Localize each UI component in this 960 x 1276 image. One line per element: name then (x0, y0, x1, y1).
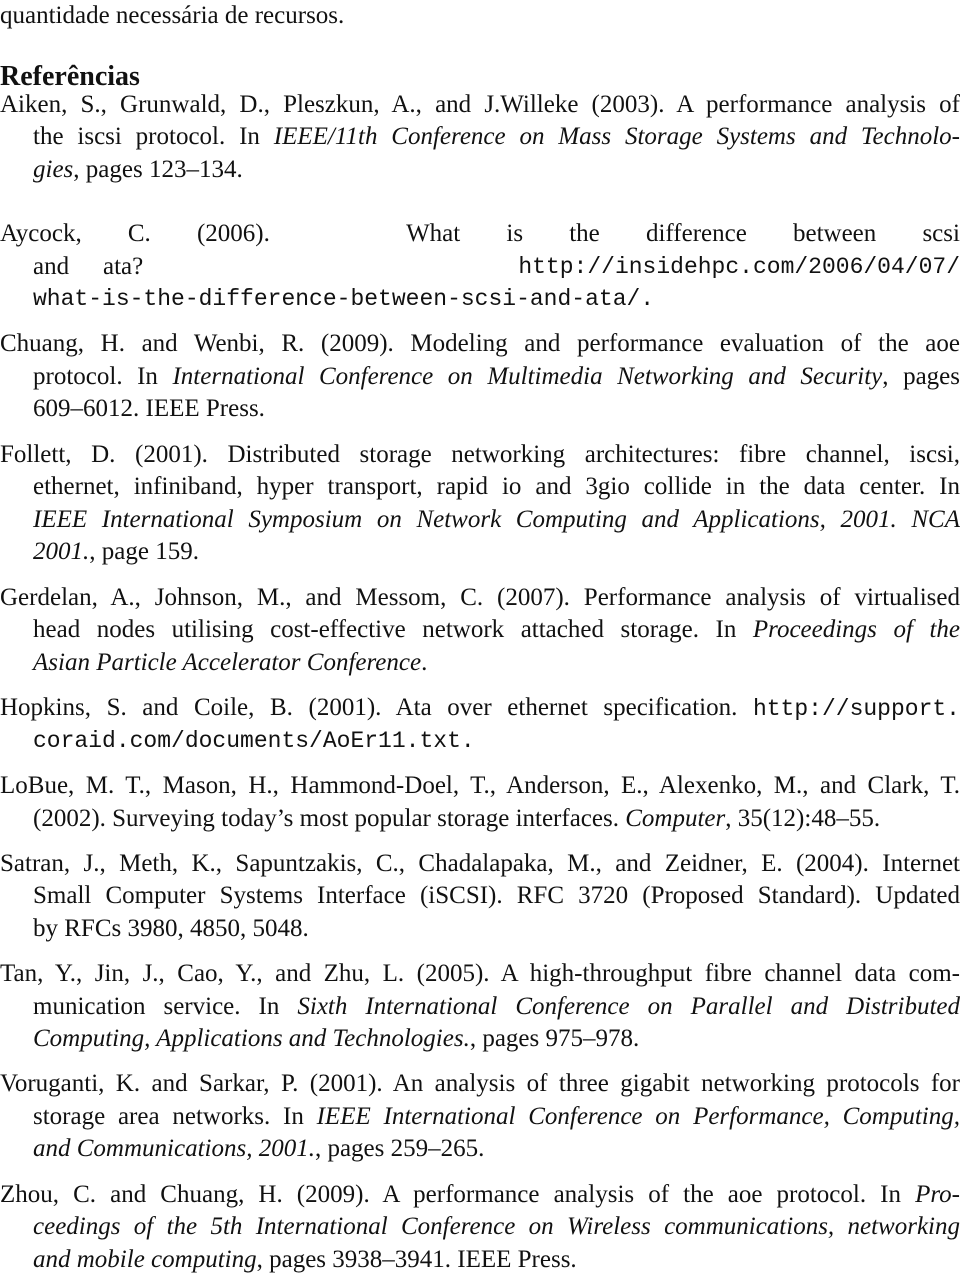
pages: , 35(12):48–55. (725, 805, 881, 832)
pages: , pages 123–134. (73, 156, 243, 183)
venue: International Conference on Multimedia N… (172, 363, 883, 390)
venue: IEEE International Conference on Perform… (316, 1103, 960, 1130)
reference-line: Tan, Y., Jin, J., Cao, Y., and Zhu, L. (… (0, 960, 960, 987)
reference-line: munication service. In Sixth Internation… (33, 991, 960, 1023)
intro-line: quantidade necessária de recursos. (0, 2, 345, 29)
text: is (506, 220, 524, 247)
url-link[interactable]: http://support. (753, 696, 960, 722)
text: Aycock, (0, 220, 82, 247)
venue: 2001. (33, 538, 90, 565)
reference-line: 609–6012. IEEE Press. (33, 395, 265, 422)
venue: Computer (625, 805, 726, 832)
text: What (406, 220, 461, 247)
text: difference (645, 220, 747, 247)
reference-line: Satran, J., Meth, K., Sapuntzakis, C., C… (0, 850, 960, 877)
venue: gies (33, 156, 74, 183)
reference-line: Small Computer Systems Interface (iSCSI)… (33, 882, 960, 909)
reference-line: Follett, D. (2001). Distributed storage … (0, 441, 960, 468)
reference-line: Zhou, C. and Chuang, H. (2009). A perfor… (0, 1179, 960, 1211)
reference-line: Aiken, S., Grunwald, D., Pleszkun, A., a… (0, 91, 960, 118)
reference-line: LoBue, M. T., Mason, H., Hammond-Doel, T… (0, 772, 960, 799)
pages: , pages 975–978. (469, 1025, 640, 1052)
venue: Pro- (915, 1181, 960, 1208)
text: Zhou, C. and Chuang, H. (2009). A perfor… (0, 1181, 916, 1208)
text: scsi (922, 220, 960, 247)
text: C. (127, 220, 151, 247)
text: Hopkins, S. and Coile, B. (2001). Ata ov… (0, 694, 753, 721)
reference-line: gies, pages 123–134. (33, 154, 960, 186)
text: between (792, 220, 877, 247)
venue: Asian Particle Accelerator Conference (33, 649, 422, 676)
reference-line: IEEE International Symposium on Network … (33, 504, 960, 536)
reference-line: and ata? http://insidehpc.com/2006/04/07… (33, 251, 960, 283)
reference-line: by RFCs 3980, 4850, 5048. (33, 915, 309, 942)
reference-line: Asian Particle Accelerator Conference. (33, 647, 960, 679)
venue: IEEE/11th Conference on Mass Storage Sys… (273, 123, 960, 150)
reference-line: Voruganti, K. and Sarkar, P. (2001). An … (0, 1070, 960, 1097)
url-link[interactable]: what-is-the-difference-between-scsi-and-… (33, 283, 960, 315)
venue: IEEE International Symposium on Network … (33, 506, 960, 533)
text: the iscsi protocol. In (33, 123, 274, 150)
text: and (33, 253, 70, 280)
url-link[interactable]: coraid.com/documents/AoEr11.txt. (33, 725, 960, 757)
reference-line: head nodes utilising cost-effective netw… (33, 614, 960, 646)
venue: and Communications, 2001. (33, 1135, 315, 1162)
reference-line: Hopkins, S. and Coile, B. (2001). Ata ov… (0, 692, 960, 724)
reference-line: and mobile computing, pages 3938–3941. I… (33, 1244, 960, 1276)
text: , pages (882, 363, 960, 390)
reference-line: Chuang, H. and Wenbi, R. (2009). Modelin… (0, 330, 960, 357)
text: protocol. In (33, 363, 173, 390)
reference-line: Gerdelan, A., Johnson, M., and Messom, C… (0, 584, 960, 611)
reference-line: the iscsi protocol. In IEEE/11th Confere… (33, 121, 960, 153)
reference-line: and Communications, 2001., pages 259–265… (33, 1133, 960, 1165)
reference-line: 2001., page 159. (33, 536, 960, 568)
pages: , pages 259–265. (314, 1135, 485, 1162)
venue: Computing, Applications and Technologies… (33, 1025, 470, 1052)
url-link[interactable]: http://insidehpc.com/2006/04/07/ (518, 251, 960, 283)
pages: , pages 3938–3941. IEEE Press. (256, 1246, 577, 1273)
reference-line: ethernet, infiniband, hyper transport, r… (33, 473, 960, 500)
reference-line: Computing, Applications and Technologies… (33, 1023, 960, 1055)
text: storage area networks. In (33, 1103, 317, 1130)
text: . (421, 649, 428, 676)
reference-line: Aycock, C. (2006). What is the differenc… (0, 218, 960, 250)
text: ata? (103, 253, 144, 280)
venue: and mobile computing (33, 1246, 257, 1273)
reference-line: (2002). Surveying today’s most popular s… (33, 803, 960, 835)
venue: Sixth International Conference on Parall… (297, 993, 960, 1020)
text: the (569, 220, 600, 247)
venue: Proceedings of the (752, 616, 960, 643)
reference-line: protocol. In International Conference on… (33, 361, 960, 393)
pages: , page 159. (89, 538, 199, 565)
reference-line: storage area networks. In IEEE Internati… (33, 1101, 960, 1133)
reference-line: ceedings of the 5th International Confer… (33, 1211, 960, 1243)
text: (2002). Surveying today’s most popular s… (33, 805, 626, 832)
venue: ceedings of the 5th International Confer… (33, 1213, 960, 1240)
text: munication service. In (33, 993, 298, 1020)
text: (2006). (196, 220, 270, 247)
text: head nodes utilising cost-effective netw… (33, 616, 753, 643)
